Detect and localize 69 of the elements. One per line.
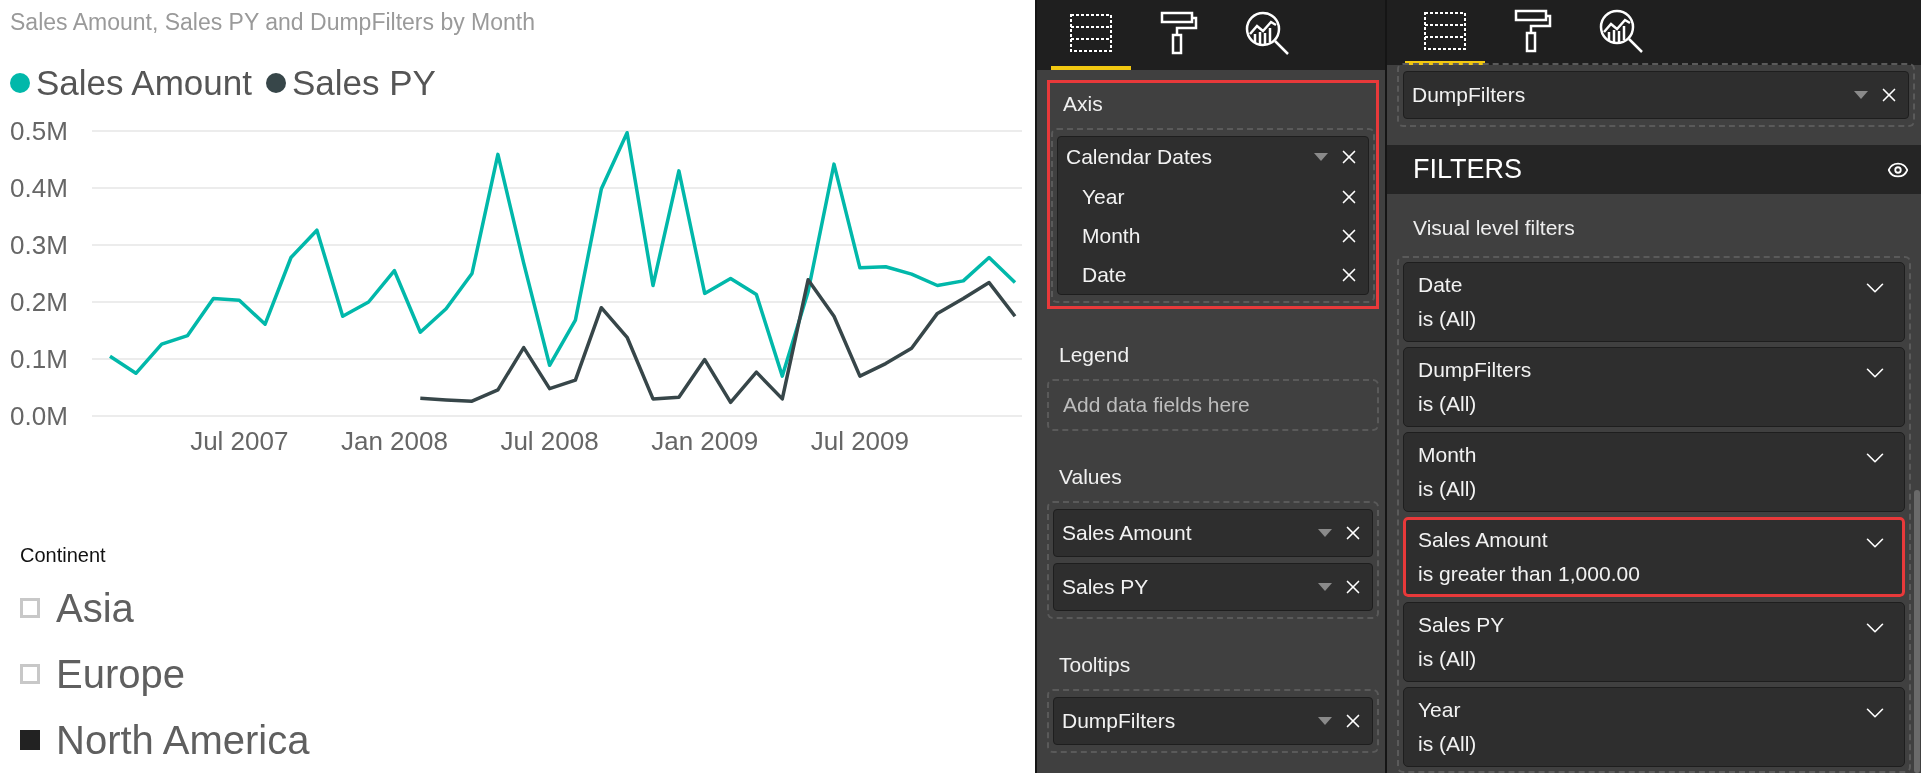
well-label: Values <box>1058 464 1123 490</box>
filter-card[interactable]: Year is (All) <box>1403 687 1905 767</box>
x-axis-label: Jan 2009 <box>651 425 759 456</box>
field-name: Calendar Dates <box>1066 145 1213 169</box>
dropdown-triangle-icon[interactable] <box>1318 583 1332 591</box>
dropdown-triangle-icon[interactable] <box>1854 91 1868 99</box>
field-name: Sales PY <box>1062 575 1150 599</box>
dropdown-triangle-icon[interactable] <box>1318 529 1332 537</box>
y-axis-label: 0.1M <box>10 343 68 374</box>
slicer-item-label[interactable]: Asia <box>56 585 134 631</box>
y-axis-label: 0.5M <box>10 115 68 146</box>
fields-icon <box>1423 10 1467 51</box>
legend-label: Sales Amount <box>36 62 252 103</box>
filter-field: Sales Amount <box>1418 528 1850 552</box>
field-name: Date <box>1082 262 1128 287</box>
x-axis-label: Jul 2008 <box>500 425 599 456</box>
slicer-title: Continent <box>20 544 107 567</box>
analytics-magnifier-icon <box>1598 7 1644 54</box>
slicer-checkbox[interactable] <box>20 730 40 750</box>
analytics-magnifier-icon <box>1244 10 1290 56</box>
field-name: Year <box>1082 184 1126 209</box>
paint-roller-icon <box>1514 8 1552 53</box>
filter-condition: is (All) <box>1418 477 1478 501</box>
filter-condition: is (All) <box>1418 732 1478 756</box>
legend-label: Sales PY <box>291 62 436 103</box>
filter-field: DumpFilters <box>1418 358 1850 382</box>
filters-title: FILTERS <box>1413 154 1522 185</box>
dropdown-triangle-icon[interactable] <box>1314 153 1328 161</box>
y-axis-label: 0.3M <box>10 229 68 260</box>
filter-condition: is (All) <box>1418 647 1478 671</box>
filter-card[interactable]: Month is (All) <box>1403 432 1905 512</box>
well-label: Legend <box>1058 342 1131 368</box>
slicer-item-label[interactable]: North America <box>56 717 310 763</box>
y-axis-label: 0.4M <box>10 172 68 203</box>
filter-card[interactable]: Sales PY is (All) <box>1403 602 1905 682</box>
section-label: Visual level filters <box>1412 215 1576 241</box>
chart-title: Sales Amount, Sales PY and DumpFilters by Month <box>10 8 536 37</box>
x-axis-label: Jul 2007 <box>190 425 289 456</box>
field-name: Sales Amount <box>1062 521 1193 545</box>
well-label: Axis <box>1062 91 1104 117</box>
field-card[interactable]: DumpFilters <box>1403 71 1909 119</box>
drop-zone[interactable]: Add data fields here <box>1047 379 1379 431</box>
x-axis-label: Jan 2008 <box>340 425 448 456</box>
field-name: Month <box>1082 223 1142 248</box>
field-card[interactable]: Sales PY <box>1053 563 1373 611</box>
y-axis-label: 0.0M <box>10 400 68 431</box>
filter-condition: is (All) <box>1418 307 1478 331</box>
filter-card[interactable]: DumpFilters is (All) <box>1403 347 1905 427</box>
y-axis-label: 0.2M <box>10 286 68 317</box>
filter-card[interactable]: Date is (All) <box>1403 262 1905 342</box>
filter-card[interactable]: Sales Amount is greater than 1,000.00 <box>1403 517 1905 597</box>
filter-field: Sales PY <box>1418 613 1850 637</box>
field-card[interactable]: DumpFilters <box>1053 697 1373 745</box>
slicer-item-label[interactable]: Europe <box>56 651 185 697</box>
fields-icon <box>1069 13 1113 53</box>
filter-field: Year <box>1418 698 1850 722</box>
field-name: DumpFilters <box>1062 709 1177 733</box>
paint-roller-icon <box>1160 11 1198 55</box>
scrollbar-thumb[interactable] <box>1914 490 1920 773</box>
x-axis-label: Jul 2009 <box>810 425 909 456</box>
filter-field: Date <box>1418 273 1850 297</box>
filter-field: Month <box>1418 443 1850 467</box>
dropdown-triangle-icon[interactable] <box>1318 717 1332 725</box>
field-card[interactable]: Sales Amount <box>1053 509 1373 557</box>
field-name: DumpFilters <box>1412 83 1527 107</box>
field-card[interactable]: Calendar Dates Year Month Date <box>1057 136 1369 295</box>
well-label: Tooltips <box>1058 652 1132 678</box>
filter-condition: is (All) <box>1418 392 1478 416</box>
filter-condition: is greater than 1,000.00 <box>1418 562 1641 586</box>
